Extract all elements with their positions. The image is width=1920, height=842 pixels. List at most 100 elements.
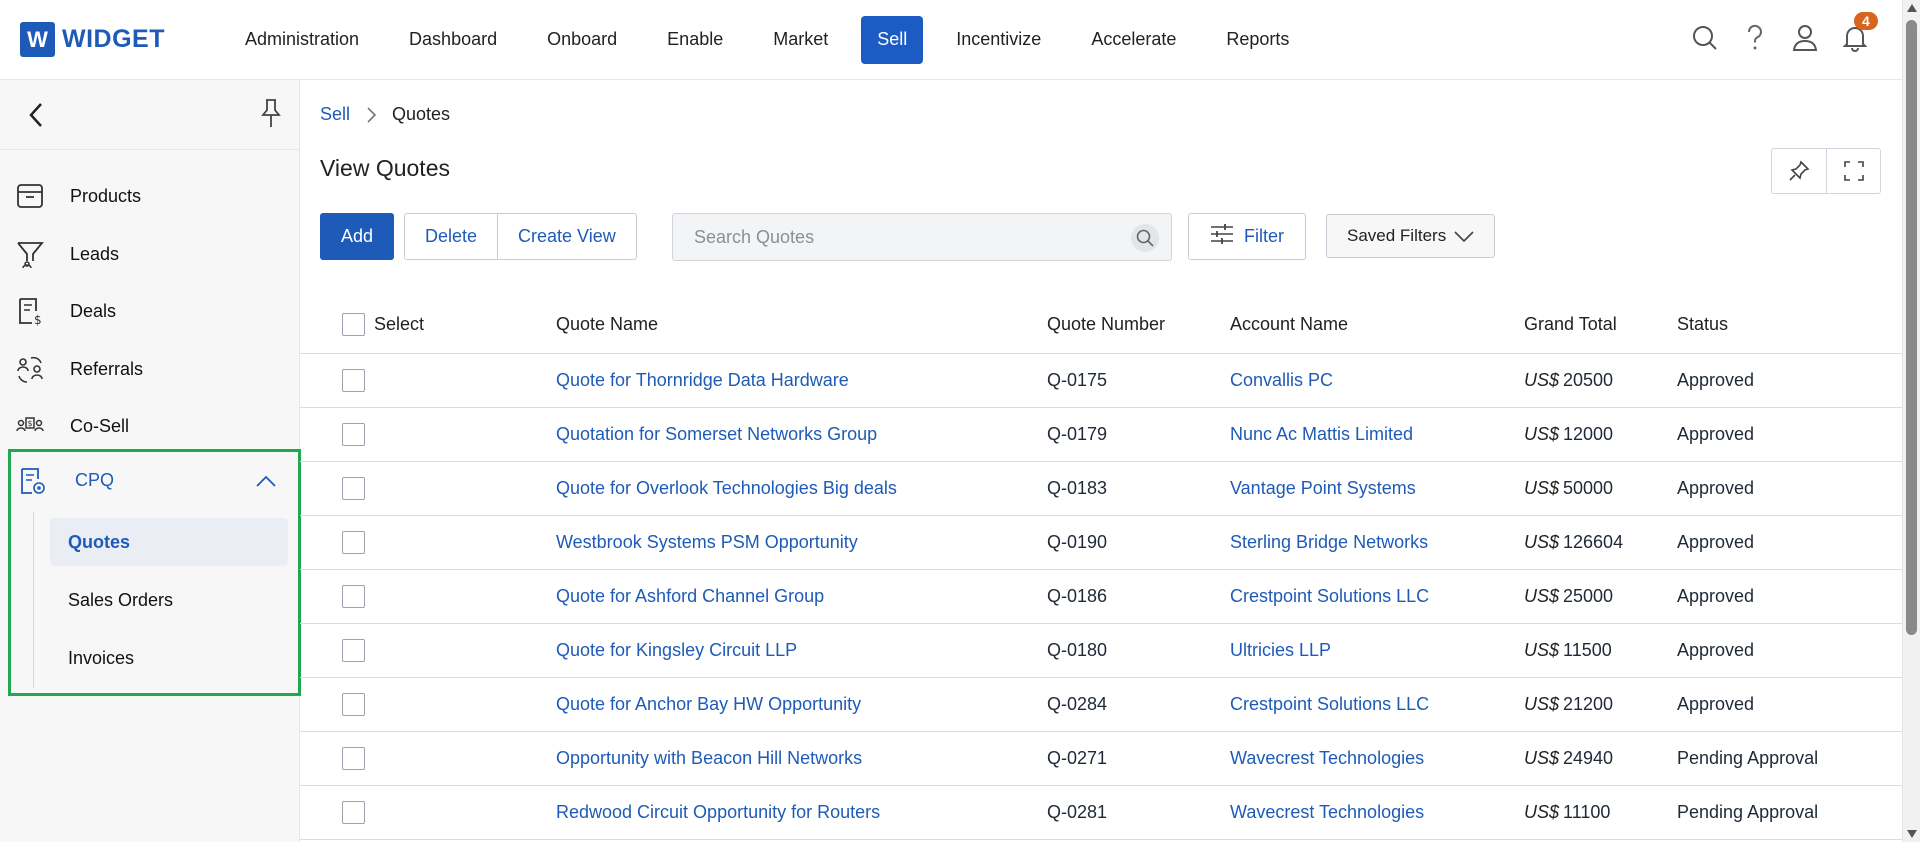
account-name-link[interactable]: Wavecrest Technologies bbox=[1230, 786, 1424, 839]
breadcrumb-link-sell[interactable]: Sell bbox=[320, 104, 350, 125]
search-input[interactable] bbox=[673, 214, 1133, 260]
sidebar-subitem-quotes[interactable]: Quotes bbox=[50, 518, 288, 566]
submenu-line bbox=[33, 512, 34, 688]
account-name-link[interactable]: Crestpoint Solutions LLC bbox=[1230, 678, 1429, 731]
table-row: Quote for Anchor Bay HW Opportunity Q-028… bbox=[300, 678, 1902, 732]
quote-name-link[interactable]: Redwood Circuit Opportunity for Routers bbox=[556, 786, 880, 839]
scroll-thumb[interactable] bbox=[1906, 20, 1917, 635]
svg-text:$: $ bbox=[34, 313, 42, 326]
grand-total: US$ 11500 bbox=[1524, 624, 1612, 677]
chevron-up-icon[interactable] bbox=[256, 474, 276, 492]
fullscreen-icon[interactable] bbox=[1826, 149, 1880, 193]
main-content: Sell Quotes View Quotes Add Delete Creat… bbox=[300, 80, 1902, 842]
logo-mark: W bbox=[20, 22, 55, 57]
sidebar-item-leads[interactable]: Leads bbox=[0, 229, 300, 279]
row-checkbox[interactable] bbox=[342, 732, 365, 785]
nav-item-reports[interactable]: Reports bbox=[1201, 16, 1314, 64]
quote-name-link[interactable]: Quote for Overlook Technologies Big deal… bbox=[556, 462, 897, 515]
pin-icon[interactable] bbox=[258, 97, 288, 131]
scroll-down-arrow[interactable] bbox=[1907, 830, 1917, 838]
nav-item-administration[interactable]: Administration bbox=[220, 16, 384, 64]
box-icon bbox=[13, 179, 47, 213]
nav-item-sell[interactable]: Sell bbox=[861, 15, 924, 64]
header-account-name[interactable]: Account Name bbox=[1230, 296, 1348, 353]
grand-total-value: 12000 bbox=[1563, 424, 1614, 444]
nav-item-accelerate[interactable]: Accelerate bbox=[1066, 16, 1201, 64]
quote-number: Q-0186 bbox=[1047, 586, 1108, 606]
sidebar-subitem-sales-orders[interactable]: Sales Orders bbox=[50, 576, 288, 624]
sidebar-item-deals[interactable]: $ Deals bbox=[0, 286, 300, 336]
grand-total-value: 25000 bbox=[1563, 586, 1614, 606]
account-name-link[interactable]: Nunc Ac Mattis Limited bbox=[1230, 408, 1413, 461]
account-name-link[interactable]: Wavecrest Technologies bbox=[1230, 732, 1424, 785]
row-checkbox[interactable] bbox=[342, 462, 365, 515]
header-status[interactable]: Status bbox=[1677, 296, 1728, 353]
sidebar-item-referrals[interactable]: Referrals bbox=[0, 344, 300, 394]
status: Approved bbox=[1677, 694, 1755, 714]
quote-name-link[interactable]: Quote for Ashford Channel Group bbox=[556, 570, 824, 623]
quote-number: Q-0271 bbox=[1047, 748, 1108, 768]
search-icon[interactable] bbox=[1690, 18, 1720, 58]
nav-item-enable[interactable]: Enable bbox=[642, 16, 748, 64]
create-view-button[interactable]: Create View bbox=[497, 214, 636, 259]
filter-button[interactable]: Filter bbox=[1188, 213, 1306, 260]
grand-total-value: 11100 bbox=[1563, 802, 1611, 822]
account-name-link[interactable]: Ultricies LLP bbox=[1230, 624, 1331, 677]
nav-item-onboard[interactable]: Onboard bbox=[522, 16, 642, 64]
nav-item-dashboard[interactable]: Dashboard bbox=[384, 16, 522, 64]
referrals-icon bbox=[13, 352, 47, 386]
row-checkbox[interactable] bbox=[342, 678, 365, 731]
quote-name-link[interactable]: Quote for Thornridge Data Hardware bbox=[556, 354, 849, 407]
header-grand-total[interactable]: Grand Total bbox=[1524, 296, 1617, 353]
currency-label: US$ bbox=[1524, 532, 1560, 552]
quote-name-link[interactable]: Opportunity with Beacon Hill Networks bbox=[556, 732, 862, 785]
notification-bell-icon[interactable]: 4 bbox=[1840, 12, 1878, 58]
notification-badge: 4 bbox=[1854, 12, 1878, 30]
help-icon[interactable] bbox=[1740, 18, 1770, 58]
account-name-link[interactable]: Convallis PC bbox=[1230, 354, 1333, 407]
sidebar-item-label: Products bbox=[70, 185, 142, 206]
select-all-checkbox[interactable] bbox=[342, 296, 365, 353]
add-button[interactable]: Add bbox=[320, 213, 394, 260]
sidebar-header bbox=[0, 80, 299, 150]
top-icons: 4 bbox=[1690, 12, 1878, 58]
row-checkbox[interactable] bbox=[342, 408, 365, 461]
nav-item-incentivize[interactable]: Incentivize bbox=[931, 16, 1066, 64]
quote-name-link[interactable]: Quotation for Somerset Networks Group bbox=[556, 408, 877, 461]
scroll-up-arrow[interactable] bbox=[1907, 4, 1917, 12]
grand-total: US$ 20500 bbox=[1524, 354, 1613, 407]
chevron-left-icon[interactable] bbox=[22, 100, 52, 130]
row-checkbox[interactable] bbox=[342, 786, 365, 839]
search-icon[interactable] bbox=[1131, 224, 1159, 252]
saved-filters-dropdown[interactable]: Saved Filters bbox=[1326, 214, 1495, 258]
toolbar: Add Delete Create View Filter Saved Filt… bbox=[320, 213, 1620, 261]
grand-total: US$ 50000 bbox=[1524, 462, 1613, 515]
top-bar: W WIDGET Administration Dashboard Onboar… bbox=[0, 0, 1920, 80]
delete-button[interactable]: Delete bbox=[405, 214, 497, 259]
row-checkbox[interactable] bbox=[342, 624, 365, 677]
sidebar-item-products[interactable]: Products bbox=[0, 171, 300, 221]
header-quote-number[interactable]: Quote Number bbox=[1047, 296, 1165, 353]
row-checkbox[interactable] bbox=[342, 516, 365, 569]
header-quote-name[interactable]: Quote Name bbox=[556, 296, 658, 353]
row-checkbox[interactable] bbox=[342, 354, 365, 407]
account-name-link[interactable]: Vantage Point Systems bbox=[1230, 462, 1416, 515]
sidebar-item-cpq[interactable]: CPQ bbox=[11, 452, 298, 509]
status: Pending Approval bbox=[1677, 802, 1819, 822]
quote-name-link[interactable]: Quote for Anchor Bay HW Opportunity bbox=[556, 678, 861, 731]
account-name-link[interactable]: Crestpoint Solutions LLC bbox=[1230, 570, 1429, 623]
quote-name-link[interactable]: Westbrook Systems PSM Opportunity bbox=[556, 516, 858, 569]
sidebar-subitem-invoices[interactable]: Invoices bbox=[50, 634, 288, 682]
currency-label: US$ bbox=[1524, 802, 1560, 822]
logo[interactable]: W WIDGET bbox=[20, 22, 200, 57]
account-name-link[interactable]: Sterling Bridge Networks bbox=[1230, 516, 1428, 569]
sidebar-item-co-sell[interactable]: $ Co-Sell bbox=[0, 401, 300, 451]
page-scrollbar[interactable] bbox=[1902, 0, 1920, 842]
grand-total: US$ 25000 bbox=[1524, 570, 1613, 623]
pin-icon[interactable] bbox=[1772, 149, 1826, 193]
nav-item-market[interactable]: Market bbox=[748, 16, 853, 64]
quote-name-link[interactable]: Quote for Kingsley Circuit LLP bbox=[556, 624, 797, 677]
row-checkbox[interactable] bbox=[342, 570, 365, 623]
user-icon[interactable] bbox=[1790, 18, 1820, 58]
status: Approved bbox=[1677, 424, 1755, 444]
